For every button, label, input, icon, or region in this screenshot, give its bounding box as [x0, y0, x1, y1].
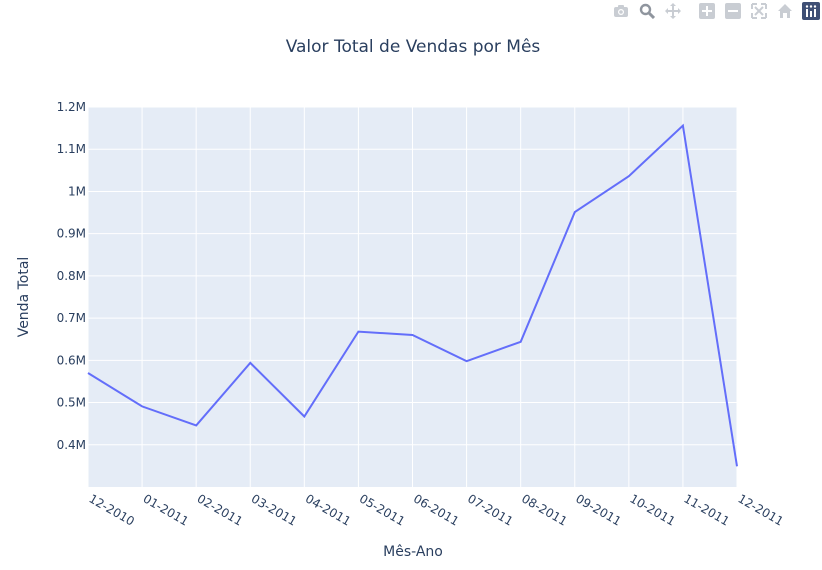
chart-title: Valor Total de Vendas por Mês — [286, 37, 541, 57]
y-tick-label: 0.8M — [57, 269, 86, 283]
x-tick-labels: 12-2010 01-2011 02-2011 03-2011 04-2011 05-20… — [87, 491, 786, 528]
y-tick-label: 0.6M — [57, 353, 86, 367]
y-tick-label: 0.7M — [57, 311, 86, 325]
y-tick-label: 1.2M — [57, 100, 86, 114]
y-tick-label: 1M — [68, 184, 86, 198]
x-tick-label: 12-2011 — [736, 491, 786, 528]
x-tick-label: 06-2011 — [411, 491, 461, 528]
x-tick-label: 10-2011 — [627, 491, 677, 528]
x-tick-label: 12-2010 — [87, 491, 137, 528]
line-chart: Valor Total de Vendas por Mês 0.4M0.5M0.… — [16, 37, 786, 560]
x-axis-title: Mês-Ano — [383, 544, 443, 560]
data-point[interactable] — [678, 121, 688, 131]
y-axis-title: Venda Total — [16, 257, 32, 338]
data-point[interactable] — [245, 358, 255, 368]
x-tick-label: 07-2011 — [465, 491, 515, 528]
x-tick-label: 01-2011 — [141, 491, 191, 528]
x-tick-label: 03-2011 — [249, 491, 299, 528]
x-tick-label: 02-2011 — [195, 491, 245, 528]
data-point[interactable] — [191, 420, 201, 430]
data-point[interactable] — [83, 368, 93, 378]
data-point[interactable] — [570, 207, 580, 217]
data-point[interactable] — [624, 171, 634, 181]
y-tick-label: 0.9M — [57, 227, 86, 241]
y-tick-label: 0.5M — [57, 396, 86, 410]
data-point[interactable] — [137, 401, 147, 411]
x-tick-label: 09-2011 — [573, 491, 623, 528]
y-tick-labels: 0.4M 0.5M 0.6M 0.7M 0.8M 0.9M 1M 1.1M 1.2M — [57, 100, 86, 452]
x-tick-label: 04-2011 — [303, 491, 353, 528]
data-point[interactable] — [408, 330, 418, 340]
x-tick-label: 05-2011 — [357, 491, 407, 528]
x-tick-label: 11-2011 — [681, 491, 731, 528]
y-tick-label: 1.1M — [57, 142, 86, 156]
data-point[interactable] — [732, 461, 742, 471]
y-tick-label: 0.4M — [57, 438, 86, 452]
data-point[interactable] — [462, 356, 472, 366]
data-point[interactable] — [299, 411, 309, 421]
x-tick-label: 08-2011 — [519, 491, 569, 528]
data-point[interactable] — [353, 327, 363, 337]
data-point[interactable] — [516, 337, 526, 347]
